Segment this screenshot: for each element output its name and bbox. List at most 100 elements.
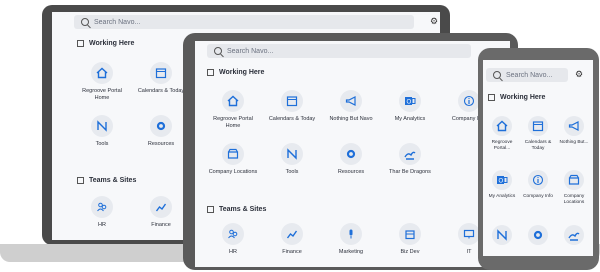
monitor-icon xyxy=(463,229,475,239)
people-icon xyxy=(228,229,238,239)
gear-icon xyxy=(346,149,356,159)
section-title: Working Here xyxy=(89,40,135,47)
info-icon xyxy=(532,174,544,186)
tile-my-analytics[interactable]: O My Analytics xyxy=(385,90,435,123)
tile-regroove[interactable]: Regroove Portal Home xyxy=(77,62,127,101)
tile-label: Biz Dev xyxy=(400,249,420,255)
tile-label: Calendars & Today xyxy=(137,88,185,94)
tile-resources[interactable]: Resources xyxy=(136,115,186,148)
search-icon xyxy=(81,18,89,26)
gear-icon[interactable]: ⚙ xyxy=(430,17,438,26)
tile-label: Finance xyxy=(282,249,302,255)
section-title: Teams & Sites xyxy=(219,206,267,213)
search-input[interactable]: Search Navo... xyxy=(207,44,471,58)
tile-label: Calendars & Today xyxy=(524,140,552,151)
people-icon xyxy=(97,202,107,212)
microphone-icon xyxy=(349,229,353,239)
gear-icon xyxy=(156,121,166,131)
chart-icon xyxy=(286,230,298,239)
search-icon xyxy=(214,47,222,55)
tile-my-analytics[interactable]: O My Analytics xyxy=(485,170,519,200)
megaphone-icon xyxy=(568,121,579,131)
tile-nothing-but-navo[interactable]: Nothing But... xyxy=(557,116,591,146)
tile-marketing[interactable]: Marketing xyxy=(326,223,376,256)
tile-bizdev[interactable]: Biz Dev xyxy=(385,223,435,256)
tile-label: Company Locations xyxy=(563,194,585,205)
tile-label: Company Locations xyxy=(208,169,258,175)
tile-tools[interactable]: Tools xyxy=(267,143,317,176)
tools-icon xyxy=(287,148,297,160)
calendar-icon xyxy=(286,96,298,107)
tile-calendars[interactable]: Calendars & Today xyxy=(267,90,317,123)
section-title: Working Here xyxy=(500,94,546,101)
tools-icon xyxy=(97,120,107,132)
grid-icon xyxy=(77,177,84,184)
search-placeholder: Search Navo... xyxy=(227,47,274,55)
section-title: Teams & Sites xyxy=(89,177,137,184)
tile-company-locations[interactable]: Company Locations xyxy=(208,143,258,176)
tile-calendars[interactable]: Calendars & Today xyxy=(136,62,186,95)
grid-icon xyxy=(488,94,495,101)
tile-company-info[interactable]: Company Info xyxy=(521,170,555,200)
tile-label: Company Info xyxy=(523,194,553,199)
tile-resources[interactable]: Resources xyxy=(326,143,376,176)
tablet-screen: Search Navo... Working Here Regroove Por… xyxy=(195,41,510,267)
info-icon xyxy=(463,95,475,107)
tile-calendars[interactable]: Calendars & Today xyxy=(521,116,555,152)
home-icon xyxy=(496,120,508,132)
search-icon xyxy=(493,71,501,79)
outlook-icon: O xyxy=(405,97,416,106)
section-teams-sites: Teams & Sites xyxy=(207,206,266,213)
search-input[interactable]: Search Navo... xyxy=(74,15,414,29)
tile-label: Calendars & Today xyxy=(268,116,316,122)
calendar-icon xyxy=(532,121,544,132)
svg-text:O: O xyxy=(407,100,412,106)
tile-finance[interactable]: Finance xyxy=(267,223,317,256)
tile-label: Tools xyxy=(95,141,109,147)
tile-company-locations[interactable]: Company Locations xyxy=(557,170,591,206)
gear-icon[interactable]: ⚙ xyxy=(575,70,583,79)
phone-screen: Search Navo... ⚙ Working Here Regroove P… xyxy=(483,60,593,256)
tile-tools[interactable]: Tools xyxy=(77,115,127,148)
tile-hr[interactable]: HR xyxy=(208,223,258,256)
tile-thar-be-dragons[interactable] xyxy=(557,225,591,245)
tile-label: Resources xyxy=(147,141,175,147)
gear-icon xyxy=(533,230,543,240)
tile-label: Regroove Portal... xyxy=(491,140,513,151)
dragon-icon xyxy=(404,151,416,160)
building-icon xyxy=(405,230,415,240)
search-placeholder: Search Navo... xyxy=(94,18,141,26)
tile-label: Resources xyxy=(337,169,365,175)
tile-regroove[interactable]: Regroove Portal Home xyxy=(208,90,258,129)
section-title: Working Here xyxy=(219,69,265,76)
grid-icon xyxy=(207,206,214,213)
section-teams-sites: Teams & Sites xyxy=(77,177,136,184)
tile-label: Nothing But... xyxy=(559,140,589,145)
tile-nothing-but-navo[interactable]: Nothing But Navo xyxy=(326,90,376,123)
grid-icon xyxy=(207,69,214,76)
home-icon xyxy=(227,95,239,107)
store-icon xyxy=(568,174,580,185)
section-working-here: Working Here xyxy=(77,40,134,47)
search-input[interactable]: Search Navo... xyxy=(486,68,568,82)
tile-label: HR xyxy=(229,249,237,255)
grid-icon xyxy=(77,40,84,47)
tile-thar-be-dragons[interactable]: Thar Be Dragons xyxy=(385,143,435,176)
chart-icon xyxy=(155,203,167,212)
tile-finance[interactable]: Finance xyxy=(136,196,186,229)
tile-label: Marketing xyxy=(338,249,364,255)
tile-label: Finance xyxy=(151,222,171,228)
svg-text:O: O xyxy=(499,179,504,185)
tile-hr[interactable]: HR xyxy=(77,196,127,229)
tile-tools[interactable] xyxy=(485,225,519,245)
store-icon xyxy=(227,148,239,159)
tile-label: My Analytics xyxy=(394,116,426,122)
megaphone-icon xyxy=(345,96,356,106)
tile-label: My Analytics xyxy=(488,194,516,199)
dragon-icon xyxy=(568,232,580,241)
tile-resources[interactable] xyxy=(521,225,555,245)
tile-label: HR xyxy=(98,222,106,228)
tile-regroove[interactable]: Regroove Portal... xyxy=(485,116,519,152)
tools-icon xyxy=(497,229,507,241)
tile-label: Regroove Portal Home xyxy=(82,88,122,101)
